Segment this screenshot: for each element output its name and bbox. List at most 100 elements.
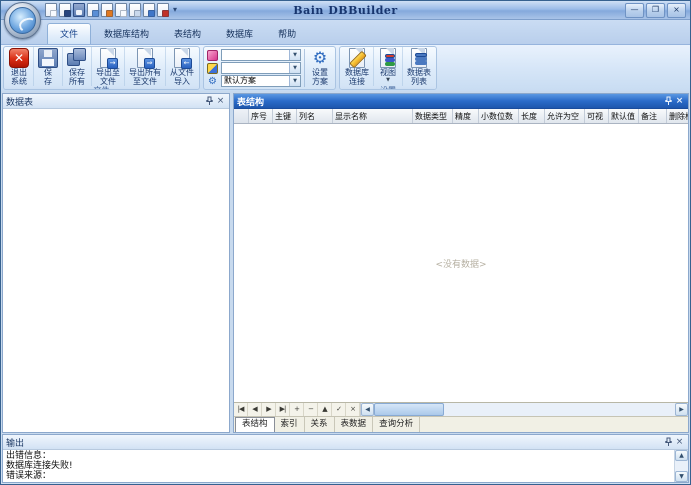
qat-icon-badge: [76, 10, 82, 15]
navigator-button[interactable]: ▶|: [276, 403, 290, 416]
ribbon-button-icon: [380, 48, 396, 68]
output-messages[interactable]: 出错信息：数据库连接失败!错误来源：: [3, 450, 674, 482]
ribbon-button[interactable]: 导出所有 至文件: [124, 47, 165, 86]
qat-open-doc-icon[interactable]: [87, 3, 99, 17]
set-scheme-button[interactable]: 设置 方案: [306, 47, 334, 89]
ribbon-button-icon: [411, 48, 427, 68]
table-structure-panel: 表结构 × 序号主键列名显示名称数据类型精度小数位数长度允许为空可视默认值备注删…: [233, 93, 689, 433]
ribbon-button[interactable]: 退出 系统: [5, 47, 33, 86]
ribbon-tab[interactable]: 表结构: [162, 24, 213, 44]
bottom-tab-strip: 表结构索引关系表数据查询分析: [234, 416, 688, 432]
dock-area: 数据表 × 表结构 × 序号主键列名显示名称数据类型精度小数位数长度允许为空可视…: [1, 91, 690, 434]
scrollbar-thumb[interactable]: [374, 403, 444, 416]
horizontal-scrollbar[interactable]: ◀ ▶: [360, 403, 688, 416]
navigator-button[interactable]: ◀: [248, 403, 262, 416]
scroll-right-icon[interactable]: ▶: [675, 403, 688, 416]
close-icon[interactable]: ×: [215, 96, 226, 107]
grid-column-header[interactable]: 允许为空: [545, 109, 585, 123]
qat-doc-icon[interactable]: [129, 3, 141, 17]
navigator-button[interactable]: |◀: [234, 403, 248, 416]
grid-column-header[interactable]: 默认值: [609, 109, 639, 123]
close-icon[interactable]: ×: [674, 96, 685, 107]
vertical-scrollbar[interactable]: ▲ ▼: [674, 450, 688, 482]
navigator-button[interactable]: +: [290, 403, 304, 416]
qat-icon-badge: [162, 10, 169, 17]
grid-column-header[interactable]: 序号: [249, 109, 273, 123]
ribbon-button[interactable]: 视图 ▼: [373, 47, 402, 86]
grid-column-header[interactable]: 删除标识: [667, 109, 688, 123]
navigator-button[interactable]: −: [304, 403, 318, 416]
quick-access-toolbar: [45, 3, 169, 17]
qat-icon-badge: [50, 10, 57, 17]
chevron-down-icon[interactable]: ▼: [289, 50, 300, 60]
orb-globe-icon: [9, 7, 36, 34]
qat-blank-doc-icon[interactable]: [115, 3, 127, 17]
qat-edit-doc-icon[interactable]: [143, 3, 155, 17]
mini-pink-icon: [207, 50, 218, 61]
grid-column-header[interactable]: 数据类型: [413, 109, 453, 123]
ribbon-tab[interactable]: 文件: [47, 23, 91, 44]
group-caption-settings: 设置: [340, 86, 436, 90]
ribbon: 退出 系统 保 存 保存 所有 导出至 文件: [1, 45, 690, 91]
ribbon-tab[interactable]: 数据库: [214, 24, 265, 44]
data-tables-list[interactable]: [3, 109, 229, 432]
qat-save-as-icon[interactable]: [59, 3, 71, 17]
bottom-tab[interactable]: 查询分析: [373, 417, 420, 432]
scheme-combobox[interactable]: ▼: [221, 62, 301, 74]
scheme-row: ▼: [207, 62, 301, 74]
grid-body[interactable]: <没有数据>: [234, 124, 688, 402]
gear-icon: [310, 48, 330, 68]
chevron-down-icon[interactable]: ▼: [289, 63, 300, 73]
close-button[interactable]: ×: [667, 3, 686, 18]
grid-column-header[interactable]: 列名: [297, 109, 333, 123]
grid-column-header[interactable]: 精度: [453, 109, 479, 123]
bottom-tab[interactable]: 表结构: [235, 417, 275, 432]
navigator-button[interactable]: ✓: [332, 403, 346, 416]
scroll-up-icon[interactable]: ▲: [675, 450, 688, 461]
maximize-button[interactable]: ❐: [646, 3, 665, 18]
qat-save-icon[interactable]: [73, 3, 85, 17]
scheme-combobox[interactable]: ▼: [221, 49, 301, 61]
record-navigator-row: |◀◀▶▶|+−▲✓× ◀ ▶: [234, 402, 688, 416]
pin-icon[interactable]: [204, 96, 215, 107]
close-icon[interactable]: ×: [674, 437, 685, 448]
panel-title: 表结构: [237, 95, 663, 108]
bottom-tab[interactable]: 关系: [305, 417, 335, 432]
grid-column-header[interactable]: 小数位数: [479, 109, 519, 123]
qat-overflow-icon[interactable]: ▾: [173, 6, 177, 14]
bottom-tab[interactable]: 表数据: [335, 417, 374, 432]
ribbon-button-icon: [67, 48, 87, 68]
table-structure-panel-header: 表结构 ×: [234, 94, 688, 109]
grid-column-header[interactable]: 显示名称: [333, 109, 413, 123]
output-message-line: 数据库连接失败!: [6, 461, 671, 471]
chevron-down-icon[interactable]: ▼: [289, 76, 300, 86]
ribbon-button[interactable]: 从文件 导入: [165, 47, 198, 86]
ribbon-button[interactable]: 保存 所有: [62, 47, 91, 86]
navigator-button[interactable]: ▲: [318, 403, 332, 416]
ribbon-button-icon: [38, 48, 58, 68]
ribbon-button[interactable]: 数据库 连接 ▼: [341, 47, 373, 86]
navigator-button[interactable]: ×: [346, 403, 360, 416]
qat-doc-red-icon[interactable]: [157, 3, 169, 17]
bottom-tab[interactable]: 索引: [275, 417, 305, 432]
qat-new-doc-icon[interactable]: [45, 3, 57, 17]
pin-icon[interactable]: [663, 437, 674, 448]
application-orb-button[interactable]: [4, 2, 41, 39]
grid-column-header[interactable]: 主键: [273, 109, 297, 123]
navigator-button[interactable]: ▶: [262, 403, 276, 416]
grid-column-header[interactable]: 备注: [639, 109, 667, 123]
qat-doc-script-icon[interactable]: [101, 3, 113, 17]
minimize-button[interactable]: —: [625, 3, 644, 18]
ribbon-tab[interactable]: 数据库结构: [92, 24, 161, 44]
grid-column-header[interactable]: 可视: [585, 109, 609, 123]
ribbon-button[interactable]: 保 存: [33, 47, 62, 86]
pin-icon[interactable]: [663, 96, 674, 107]
scheme-combobox[interactable]: 默认方案 ▼: [221, 75, 301, 87]
grid-column-header[interactable]: 长度: [519, 109, 545, 123]
ribbon-tab[interactable]: 帮助: [266, 24, 308, 44]
scroll-left-icon[interactable]: ◀: [361, 403, 374, 416]
grid-column-headers: 序号主键列名显示名称数据类型精度小数位数长度允许为空可视默认值备注删除标识: [234, 109, 688, 124]
scroll-down-icon[interactable]: ▼: [675, 471, 688, 482]
ribbon-button[interactable]: 导出至 文件: [91, 47, 124, 86]
ribbon-button[interactable]: 数据表 列表 ▼: [402, 47, 435, 86]
